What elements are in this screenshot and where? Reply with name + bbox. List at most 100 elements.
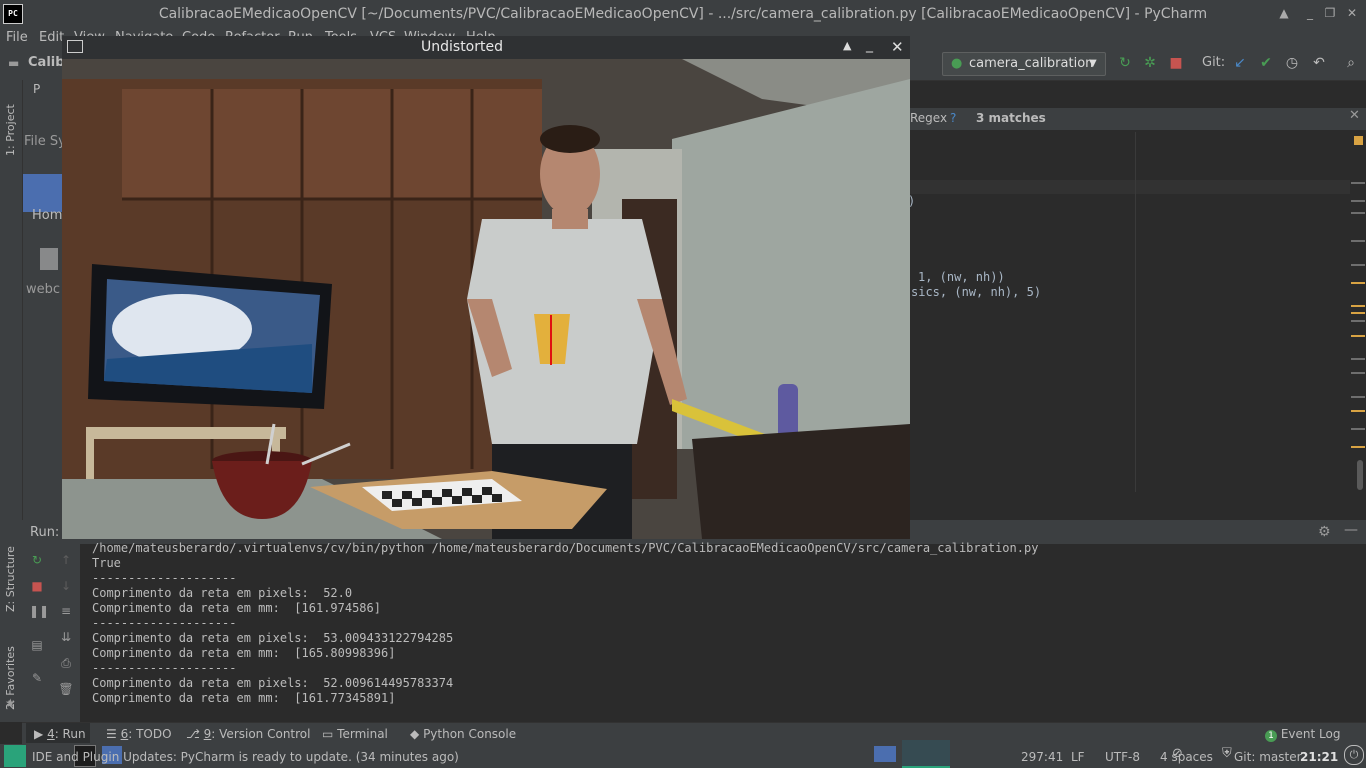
git-commit-icon[interactable]: ✔ [1257, 54, 1275, 72]
pause-icon[interactable]: ❚❚ [29, 603, 49, 619]
tab-todo[interactable]: ☰ 6: TODO [106, 726, 172, 742]
console-line: -------------------- [92, 616, 237, 630]
tab-project[interactable]: 1: Project [4, 86, 17, 156]
tab-python-console[interactable]: ◆ Python Console [410, 726, 516, 742]
cv-minimize-icon[interactable]: _ [866, 37, 873, 53]
window-collapse-icon[interactable]: ▲ [1276, 5, 1292, 21]
match-count: 3 matches [976, 111, 1046, 125]
tab-structure[interactable]: Z: Structure [4, 532, 17, 612]
editor-scrollbar-thumb[interactable] [1357, 460, 1363, 490]
close-find-icon[interactable]: ✕ [1349, 108, 1360, 123]
stop-icon[interactable]: ■ [1167, 54, 1185, 72]
regex-help-link[interactable]: ? [950, 111, 956, 125]
stripe-mark[interactable] [1351, 358, 1365, 360]
stripe-mark[interactable] [1351, 410, 1365, 412]
scroll-to-end-icon[interactable]: ⇊ [58, 629, 74, 645]
stripe-mark[interactable] [1351, 264, 1365, 266]
event-log-badge: 1 [1265, 730, 1277, 742]
file-encoding[interactable]: UTF-8 [1105, 750, 1140, 764]
window-close-icon[interactable]: ✕ [1344, 5, 1360, 21]
menu-file[interactable]: File [6, 28, 28, 48]
project-breadcrumb[interactable]: Calib [28, 55, 65, 70]
warning-indicator-icon[interactable] [1354, 136, 1363, 145]
print-icon[interactable]: ⎙ [58, 655, 74, 671]
stripe-mark[interactable] [1351, 282, 1365, 284]
run-configuration-label: camera_calibration [969, 56, 1094, 71]
console-line: /home/mateusberardo/.virtualenvs/cv/bin/… [92, 541, 1039, 555]
console-line: -------------------- [92, 661, 237, 675]
soft-wrap-icon[interactable]: ≡ [58, 603, 74, 619]
tab-version-control[interactable]: ⎇ 9: Version Control [186, 726, 310, 742]
window-title: CalibracaoEMedicaoOpenCV [~/Documents/PV… [158, 6, 1208, 22]
line-separator[interactable]: LF [1071, 750, 1085, 764]
tab-terminal[interactable]: ▭ Terminal [322, 726, 388, 742]
stripe-mark[interactable] [1351, 212, 1365, 214]
git-label: Git: [1202, 55, 1226, 70]
cv-close-icon[interactable]: ✕ [891, 38, 904, 56]
code-line: 1, (nw, nh)) [918, 270, 1005, 284]
git-update-icon[interactable]: ↙ [1231, 54, 1249, 72]
taskbar-app-icon[interactable] [4, 745, 26, 767]
tab-run[interactable]: ▶ 4: Run [34, 726, 86, 742]
run-console[interactable]: /home/mateusberardo/.virtualenvs/cv/bin/… [80, 541, 1366, 722]
rerun-icon[interactable]: ↻ [29, 552, 45, 568]
run-configuration-select[interactable]: ● camera_calibration ▼ [942, 52, 1106, 76]
stop-icon[interactable]: ■ [29, 578, 45, 594]
window-restore-icon[interactable]: ❐ [1322, 5, 1338, 21]
trash-icon[interactable]: 🗑 [58, 681, 74, 697]
layout-icon[interactable]: ▤ [29, 637, 45, 653]
power-icon[interactable]: ⏻ [1344, 745, 1364, 765]
stripe-mark[interactable] [1351, 312, 1365, 314]
camera-frame[interactable] [62, 59, 910, 539]
console-line: Comprimento da reta em mm: [165.80998396… [92, 646, 396, 660]
up-arrow-icon[interactable]: ↑ [58, 552, 74, 568]
home-folder-item[interactable] [23, 174, 63, 212]
history-icon[interactable]: ◷ [1283, 54, 1301, 72]
taskbar-window-icon[interactable] [874, 746, 896, 762]
indent-setting[interactable]: 4 spaces [1160, 750, 1213, 764]
pin-icon[interactable]: ✎ [29, 670, 45, 686]
console-line: Comprimento da reta em mm: [161.77345891… [92, 691, 396, 705]
rerun-icon[interactable]: ↻ [1116, 54, 1134, 72]
console-line: Comprimento da reta em pixels: 52.0 [92, 586, 353, 600]
attachment-icon[interactable]: ⊘ [1172, 746, 1183, 761]
shield-icon[interactable]: ⛨ [1222, 746, 1232, 761]
cv-collapse-icon[interactable]: ▲ [843, 39, 851, 52]
stripe-mark[interactable] [1351, 240, 1365, 242]
event-log-tab[interactable]: 1 Event Log [1265, 726, 1340, 742]
revert-icon[interactable]: ↶ [1310, 54, 1328, 72]
stripe-mark[interactable] [1351, 200, 1365, 202]
console-line: Comprimento da reta em mm: [161.974586] [92, 601, 381, 615]
stripe-mark[interactable] [1351, 396, 1365, 398]
terminal-icon: ▭ [322, 727, 334, 741]
play-icon: ▶ [34, 727, 44, 741]
folder-icon: ▬ [8, 56, 20, 70]
stripe-mark[interactable] [1351, 372, 1365, 374]
window-minimize-icon[interactable]: _ [1302, 5, 1318, 21]
stripe-mark[interactable] [1351, 428, 1365, 430]
debug-icon[interactable]: ✲ [1141, 54, 1159, 72]
cv-window-title: Undistorted [421, 39, 503, 55]
stripe-mark[interactable] [1351, 182, 1365, 184]
gear-icon[interactable]: ⚙ [1318, 524, 1331, 540]
regex-option[interactable]: Regex [910, 111, 947, 125]
hide-panel-icon[interactable]: — [1344, 522, 1358, 538]
file-label[interactable]: webc [26, 282, 60, 297]
stripe-mark[interactable] [1351, 335, 1365, 337]
run-panel-label: Run: [30, 525, 60, 540]
stripe-mark[interactable] [1351, 305, 1365, 307]
git-branch[interactable]: Git: master [1234, 750, 1302, 764]
status-message[interactable]: IDE and Plugin Updates: PyCharm is ready… [32, 750, 459, 764]
down-arrow-icon[interactable]: ↓ [58, 578, 74, 594]
stripe-mark[interactable] [1351, 320, 1365, 322]
search-everywhere-icon[interactable]: ⌕ [1342, 54, 1360, 72]
menu-edit[interactable]: Edit [39, 28, 64, 48]
caret-position[interactable]: 297:41 [1021, 750, 1063, 764]
stripe-mark[interactable] [1351, 446, 1365, 448]
project-tree-row[interactable]: File Sy [24, 134, 66, 149]
taskbar-active-window[interactable] [902, 740, 950, 768]
python-config-icon: ● [951, 56, 963, 71]
home-folder-label: Hom [32, 208, 63, 223]
project-tree-row[interactable]: P [33, 82, 40, 96]
caret-row-highlight [910, 180, 1350, 194]
